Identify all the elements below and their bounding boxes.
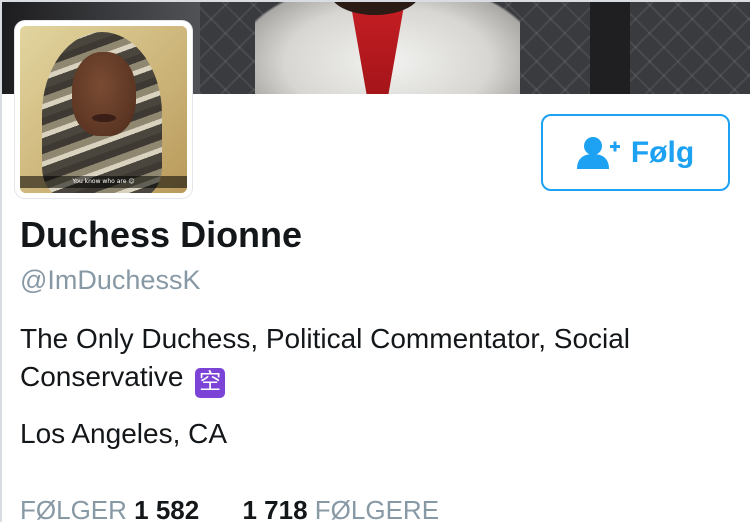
profile-location: Los Angeles, CA	[20, 418, 228, 449]
avatar-caption: You know who are 😊	[20, 176, 187, 188]
following-count: 1 582	[134, 495, 200, 525]
user-handle[interactable]: @ImDuchessK	[20, 265, 200, 296]
followers-count: 1 718	[242, 495, 308, 525]
profile-bio: The Only Duchess, Political Commentator,…	[20, 320, 735, 398]
following-stat[interactable]: FØLGER 1 582	[20, 495, 199, 526]
banner-dark-stripe	[590, 0, 630, 94]
avatar-lips	[92, 114, 116, 122]
add-user-icon	[576, 136, 620, 169]
followers-label: FØLGERE	[314, 495, 440, 525]
following-label: FØLGER	[20, 495, 127, 525]
follow-button-label: Følg	[630, 135, 695, 169]
avatar-face	[72, 52, 136, 136]
follow-button[interactable]: Følg	[541, 114, 730, 191]
display-name: Duchess Dionne	[20, 214, 303, 255]
followers-stat[interactable]: 1 718 FØLGERE	[242, 495, 439, 526]
avatar-photo: You know who are 😊	[20, 26, 187, 193]
bio-text: The Only Duchess, Political Commentator,…	[20, 323, 631, 392]
vacancy-emoji-icon: 空	[195, 368, 226, 398]
avatar[interactable]: You know who are 😊	[15, 21, 192, 198]
profile-stats: FØLGER 1 582 1 718 FØLGERE	[20, 495, 475, 526]
